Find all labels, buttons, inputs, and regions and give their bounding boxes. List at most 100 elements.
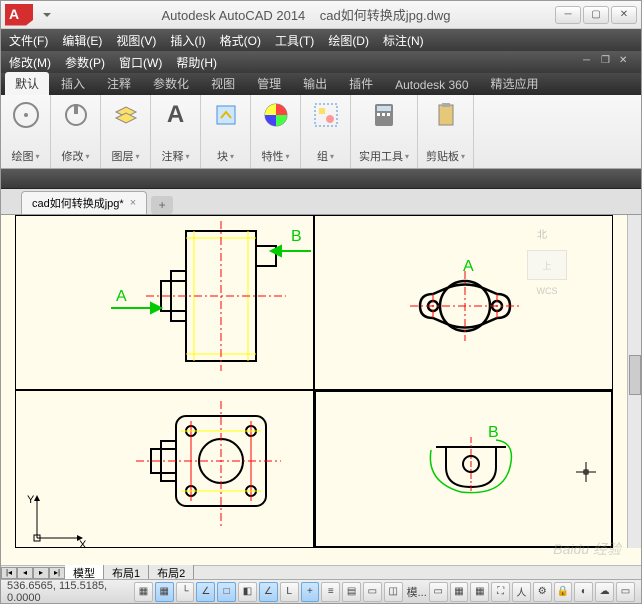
vertical-scrollbar[interactable] — [627, 215, 641, 548]
status-grid-button[interactable]: ▦ — [134, 582, 153, 602]
panel-annotate[interactable]: A 注释 — [151, 95, 201, 168]
clipboard-icon — [430, 99, 462, 131]
circle-icon — [10, 99, 42, 131]
app-menu-dropdown-icon[interactable] — [43, 13, 51, 17]
status-sc-button[interactable]: ◫ — [384, 582, 403, 602]
viewport-top-right[interactable]: A 北 上 WCS — [314, 215, 613, 390]
file-tabs: cad如何转换成jpg* × + — [1, 189, 641, 215]
panel-properties[interactable]: 特性 — [251, 95, 301, 168]
menu-help[interactable]: 帮助(H) — [176, 54, 217, 71]
status-bar: 536.6565, 115.5185, 0.0000 ▦ ▦ └ ∠ □ ◧ ∠… — [1, 579, 641, 603]
layout-tab-model[interactable]: 模型 — [65, 565, 104, 580]
tab-output[interactable]: 输出 — [293, 72, 337, 95]
menu-tools[interactable]: 工具(T) — [275, 32, 314, 49]
tab-insert[interactable]: 插入 — [51, 72, 95, 95]
status-model-label[interactable]: 模... — [407, 584, 427, 600]
maximize-button[interactable]: ▢ — [583, 6, 609, 24]
minimize-button[interactable]: ─ — [555, 6, 581, 24]
doc-restore-button[interactable]: ❐ — [601, 55, 615, 69]
compass-icon: 北 — [512, 226, 572, 246]
menu-view[interactable]: 视图(V) — [116, 32, 156, 49]
status-scale-button[interactable]: ⛶ — [491, 582, 510, 602]
tab-manage[interactable]: 管理 — [247, 72, 291, 95]
status-3dosnap-button[interactable]: ◧ — [238, 582, 257, 602]
status-hw-button[interactable]: ◐ — [574, 582, 593, 602]
tab-featured[interactable]: 精选应用 — [481, 72, 549, 95]
svg-text:Y: Y — [27, 494, 35, 506]
viewcube-face[interactable]: 上 — [527, 250, 567, 280]
label-a2: A — [463, 258, 474, 275]
scroll-thumb[interactable] — [629, 355, 641, 395]
panel-clipboard[interactable]: 剪贴板 — [418, 95, 474, 168]
label-a: A — [116, 288, 127, 305]
menu-file[interactable]: 文件(F) — [9, 32, 48, 49]
status-tpy-button[interactable]: ▤ — [342, 582, 361, 602]
status-ducs-button[interactable]: L — [280, 582, 299, 602]
status-lock-button[interactable]: 🔒 — [554, 582, 573, 602]
status-layout-button[interactable]: ▭ — [429, 582, 448, 602]
viewport-bottom-right[interactable]: B — [314, 390, 613, 548]
tab-first-button[interactable]: |◂ — [1, 567, 17, 579]
menu-edit[interactable]: 编辑(E) — [62, 32, 102, 49]
wcs-label[interactable]: WCS — [512, 286, 582, 296]
panel-layer[interactable]: 图层 — [101, 95, 151, 168]
menu-draw[interactable]: 绘图(D) — [328, 32, 369, 49]
status-otrack-button[interactable]: ∠ — [259, 582, 278, 602]
panel-modify[interactable]: 修改 — [51, 95, 101, 168]
status-qvd-button[interactable]: ▦ — [470, 582, 489, 602]
status-clean-button[interactable]: ▭ — [616, 582, 635, 602]
panel-group[interactable]: 组 — [301, 95, 351, 168]
app-logo-icon[interactable] — [5, 4, 33, 26]
tab-default[interactable]: 默认 — [5, 72, 49, 95]
status-ann-button[interactable]: 人 — [512, 582, 531, 602]
tab-plugin[interactable]: 插件 — [339, 72, 383, 95]
status-lwt-button[interactable]: ≡ — [321, 582, 340, 602]
status-dyn-button[interactable]: + — [301, 582, 320, 602]
file-tab-active[interactable]: cad如何转换成jpg* × — [21, 191, 147, 214]
drawing-canvas[interactable]: A B A 北 上 WCS — [1, 215, 641, 579]
status-ortho-button[interactable]: └ — [176, 582, 195, 602]
doc-close-button[interactable]: ✕ — [619, 55, 633, 69]
view-cube[interactable]: 北 上 WCS — [512, 226, 582, 316]
menu-bar-1: 文件(F) 编辑(E) 视图(V) 插入(I) 格式(O) 工具(T) 绘图(D… — [1, 29, 641, 51]
menu-insert[interactable]: 插入(I) — [170, 32, 205, 49]
menu-dim[interactable]: 标注(N) — [383, 32, 424, 49]
status-iso-button[interactable]: ☁ — [595, 582, 614, 602]
menu-window[interactable]: 窗口(W) — [119, 54, 162, 71]
calculator-icon — [368, 99, 400, 131]
color-wheel-icon — [260, 99, 292, 131]
tab-prev-button[interactable]: ◂ — [17, 567, 33, 579]
viewport-top-left[interactable]: A B — [15, 215, 314, 390]
menu-format[interactable]: 格式(O) — [220, 32, 261, 49]
panel-draw[interactable]: 绘图 — [1, 95, 51, 168]
doc-minimize-button[interactable]: ─ — [583, 55, 597, 69]
new-tab-button[interactable]: + — [151, 196, 173, 214]
layout-tab-2[interactable]: 布局2 — [149, 565, 194, 580]
svg-text:X: X — [79, 539, 87, 551]
status-osnap-button[interactable]: □ — [217, 582, 236, 602]
tab-last-button[interactable]: ▸| — [49, 567, 65, 579]
status-polar-button[interactable]: ∠ — [196, 582, 215, 602]
label-b: B — [291, 228, 302, 245]
tab-annotate[interactable]: 注释 — [97, 72, 141, 95]
tab-next-button[interactable]: ▸ — [33, 567, 49, 579]
tab-close-icon[interactable]: × — [130, 197, 136, 209]
tab-a360[interactable]: Autodesk 360 — [385, 75, 478, 95]
tab-view[interactable]: 视图 — [201, 72, 245, 95]
watermark: Baidu 经验 — [553, 539, 621, 559]
status-qp-button[interactable]: ▭ — [363, 582, 382, 602]
panel-block[interactable]: 块 — [201, 95, 251, 168]
status-snap-button[interactable]: ▦ — [155, 582, 174, 602]
status-ws-button[interactable]: ⚙ — [533, 582, 552, 602]
close-button[interactable]: ✕ — [611, 6, 637, 24]
layout-tab-1[interactable]: 布局1 — [104, 565, 149, 580]
tab-param[interactable]: 参数化 — [143, 72, 199, 95]
menu-bar-2: 修改(M) 参数(P) 窗口(W) 帮助(H) ─ ❐ ✕ — [1, 51, 641, 73]
layer-icon — [110, 99, 142, 131]
text-icon: A — [160, 99, 192, 131]
panel-utilities[interactable]: 实用工具 — [351, 95, 418, 168]
status-qvl-button[interactable]: ▦ — [450, 582, 469, 602]
menu-param[interactable]: 参数(P) — [65, 54, 105, 71]
horizontal-scrollbar[interactable]: |◂ ◂ ▸ ▸| 模型 布局1 布局2 — [1, 565, 641, 579]
menu-modify[interactable]: 修改(M) — [9, 54, 51, 71]
